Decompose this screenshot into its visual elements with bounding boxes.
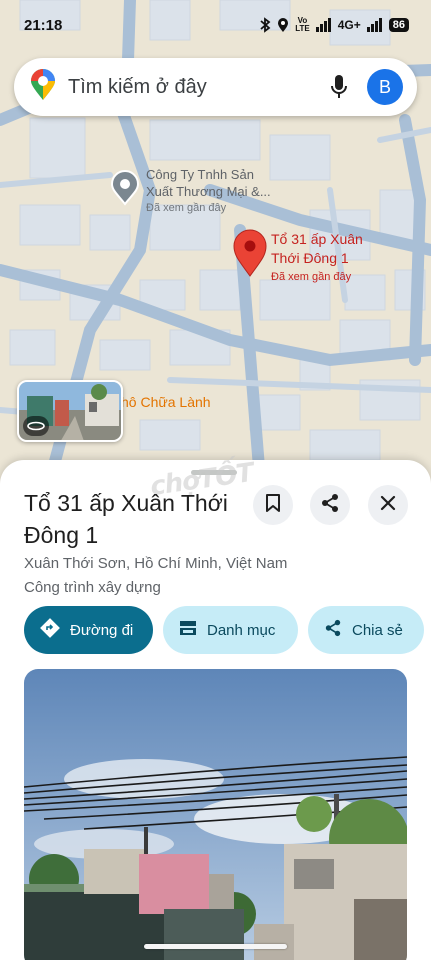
pin-sub: Đã xem gần đây xyxy=(271,271,352,283)
battery-indicator: 86 xyxy=(388,18,409,32)
search-bar[interactable]: Tìm kiếm ở đây B xyxy=(14,58,417,116)
place-address: Xuân Thới Sơn, Hồ Chí Minh, Việt Nam xyxy=(24,555,288,572)
directions-button[interactable]: Đường đi xyxy=(24,606,153,654)
search-input[interactable]: Tìm kiếm ở đây xyxy=(68,76,325,99)
pin-name-2: Thới Đông 1 xyxy=(271,250,349,266)
share-button[interactable]: Chia sẻ xyxy=(308,606,424,654)
location-icon xyxy=(277,17,289,33)
bookmark-icon xyxy=(265,493,281,518)
share-label: Chia sẻ xyxy=(352,621,403,639)
mic-icon[interactable] xyxy=(325,73,353,101)
signal-icon-2 xyxy=(366,18,383,32)
directions-label: Đường đi xyxy=(70,621,134,639)
close-icon xyxy=(379,494,397,517)
account-avatar[interactable]: B xyxy=(367,69,403,105)
selected-place-label[interactable]: Tổ 31 ấp Xuân Thới Đông 1 Đã xem gần đây xyxy=(271,230,363,287)
share-icon xyxy=(320,493,340,518)
poi-company-name-2: Xuất Thương Mại &... xyxy=(146,184,271,199)
status-bar: 21:18 Vo LTE 4G+ 86 xyxy=(0,0,431,50)
list-icon xyxy=(179,620,197,640)
map-view[interactable]: 21:18 Vo LTE 4G+ 86 Tìm kiếm ở đây B Côn… xyxy=(0,0,431,480)
close-button[interactable] xyxy=(368,485,408,525)
volte-indicator: Vo LTE xyxy=(295,17,310,33)
street-view-thumbnail[interactable] xyxy=(17,380,123,442)
gesture-navigation-bar[interactable] xyxy=(144,944,287,949)
share-chip-icon xyxy=(324,619,342,641)
directions-icon xyxy=(40,618,60,642)
poi-company-sub: Đã xem gần đây xyxy=(146,202,227,214)
status-icons: Vo LTE 4G+ 86 xyxy=(259,17,409,33)
street-view-360-icon xyxy=(23,416,49,436)
network-type: 4G+ xyxy=(337,18,361,32)
pin-name-1: Tổ 31 ấp Xuân xyxy=(271,231,363,247)
share-icon-button[interactable] xyxy=(310,485,350,525)
poi-company-label[interactable]: Công Ty Tnhh Sản Xuất Thương Mại &... Đã… xyxy=(146,166,271,217)
poi-company-name-1: Công Ty Tnhh Sản xyxy=(146,167,254,182)
lists-label: Danh mục xyxy=(207,621,276,639)
signal-icon xyxy=(315,18,332,32)
place-photo[interactable] xyxy=(24,669,407,960)
street-photo xyxy=(24,669,407,960)
status-time: 21:18 xyxy=(24,16,63,34)
bluetooth-icon xyxy=(259,17,271,33)
save-button[interactable] xyxy=(253,485,293,525)
place-category: Công trình xây dựng xyxy=(24,579,161,596)
maps-logo-icon xyxy=(30,68,56,106)
place-bottom-sheet[interactable]: chợTỐT Tổ 31 ấp Xuân Thới Đông 1 Xuân Th… xyxy=(0,458,431,960)
place-title: Tổ 31 ấp Xuân Thới Đông 1 xyxy=(24,490,228,548)
poi-orange-label[interactable]: hô Chữa Lành xyxy=(121,394,211,410)
lists-button[interactable]: Danh mục xyxy=(163,606,298,654)
volte-bottom: LTE xyxy=(295,24,310,33)
